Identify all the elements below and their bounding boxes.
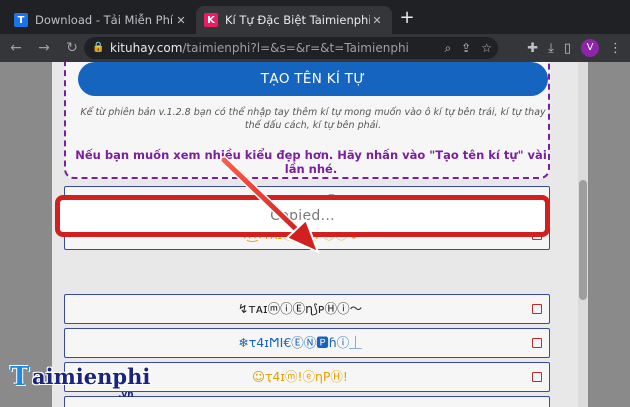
reload-icon[interactable]: ↻	[60, 36, 84, 60]
close-tab-icon[interactable]: ✕	[174, 14, 188, 27]
copied-nickname-row-highlighted[interactable]: Copied...	[55, 195, 550, 237]
tab-strip: T Download - Tải Miễn Phí VN - Ph ✕ K Kí…	[0, 0, 630, 34]
usage-hint: Nếu bạn muốn xem nhiều kiểu đẹp hơn. Hãy…	[75, 148, 547, 176]
browser-toolbar: ← → ↻ 🔒 kituhay.com/taimienphi?l=&s=&r=&…	[0, 34, 630, 62]
forward-icon[interactable]: →	[32, 36, 56, 60]
zoom-icon[interactable]: ⌕	[444, 41, 451, 56]
download-icon[interactable]: ⤓	[548, 41, 554, 56]
favorite-checkbox[interactable]	[532, 338, 542, 348]
share-icon[interactable]: ⇪	[461, 41, 471, 55]
nickname-text: ❄τ4ɪϺⅠ€ⒺⓃ🅿ɦⓘ⏊	[238, 335, 362, 350]
omnibox-actions: ⌕ ⇪ ☆	[444, 37, 492, 59]
favorite-checkbox[interactable]	[532, 372, 542, 382]
nickname-text: ↯ᴛᴀɪⓜⓘⒺɳ⟆ᴘⒽⓘ〜	[237, 301, 363, 316]
back-icon[interactable]: ←	[4, 36, 28, 60]
profile-avatar[interactable]: V	[581, 39, 599, 57]
logo-wordmark: aimienphi	[32, 364, 151, 389]
page-scrollbar-thumb[interactable]	[579, 180, 587, 300]
generator-panel: TẠO TÊN KÍ TỰ Kể từ phiên bản v.1.2.8 bạ…	[64, 62, 550, 179]
tab-download-taimienphi[interactable]: T Download - Tải Miễn Phí VN - Ph ✕	[6, 6, 196, 34]
copied-status-text: Copied...	[270, 208, 335, 224]
lock-icon[interactable]: 🔒	[92, 42, 104, 54]
version-note: Kể từ phiên bản v.1.2.8 bạn có thể nhập …	[80, 107, 546, 131]
tab-title: Download - Tải Miễn Phí VN - Ph	[35, 13, 174, 27]
url-path: /taimienphi?l=&s=&r=&t=Taimienphi	[182, 41, 409, 55]
address-bar[interactable]: 🔒 kituhay.com/taimienphi?l=&s=&r=&t=Taim…	[84, 37, 498, 59]
bookmark-star-icon[interactable]: ☆	[481, 41, 492, 55]
logo-t-mark: T	[10, 362, 30, 392]
tab-ki-tu-dac-biet[interactable]: K Kí Tự Đặc Biệt Taimienphi♥✓ ✕	[196, 6, 392, 34]
tab-title-text: Kí Tự Đặc Biệt Taimienphi	[225, 13, 370, 27]
nickname-row[interactable]: ↯ᴛᴀɪⓜⓘⒺɳ⟆ᴘⒽⓘ〜	[64, 294, 550, 324]
taimienphi-logo: T aimienphi .vn	[10, 362, 160, 402]
generate-nickname-button[interactable]: TẠO TÊN KÍ TỰ	[78, 62, 548, 96]
toolbar-right: ✚ ⤓ ▯ V ⋮	[527, 36, 622, 60]
menu-kebab-icon[interactable]: ⋮	[609, 41, 622, 56]
extensions-puzzle-icon[interactable]: ✚	[527, 41, 538, 56]
new-tab-button[interactable]: +	[398, 8, 416, 28]
kituhay-favicon-icon: K	[204, 13, 218, 27]
favorite-checkbox[interactable]	[532, 304, 542, 314]
tab-title: Kí Tự Đặc Biệt Taimienphi♥✓	[225, 13, 370, 27]
taimienphi-favicon-icon: T	[14, 13, 28, 27]
browser-window: T Download - Tải Miễn Phí VN - Ph ✕ K Kí…	[0, 0, 630, 407]
close-tab-icon[interactable]: ✕	[370, 14, 384, 27]
nickname-row[interactable]: ❄τ4ɪϺⅠ€ⒺⓃ🅿ɦⓘ⏊	[64, 328, 550, 358]
url-host: kituhay.com	[110, 41, 183, 55]
logo-tld: .vn	[118, 390, 134, 400]
side-panel-icon[interactable]: ▯	[564, 41, 571, 56]
